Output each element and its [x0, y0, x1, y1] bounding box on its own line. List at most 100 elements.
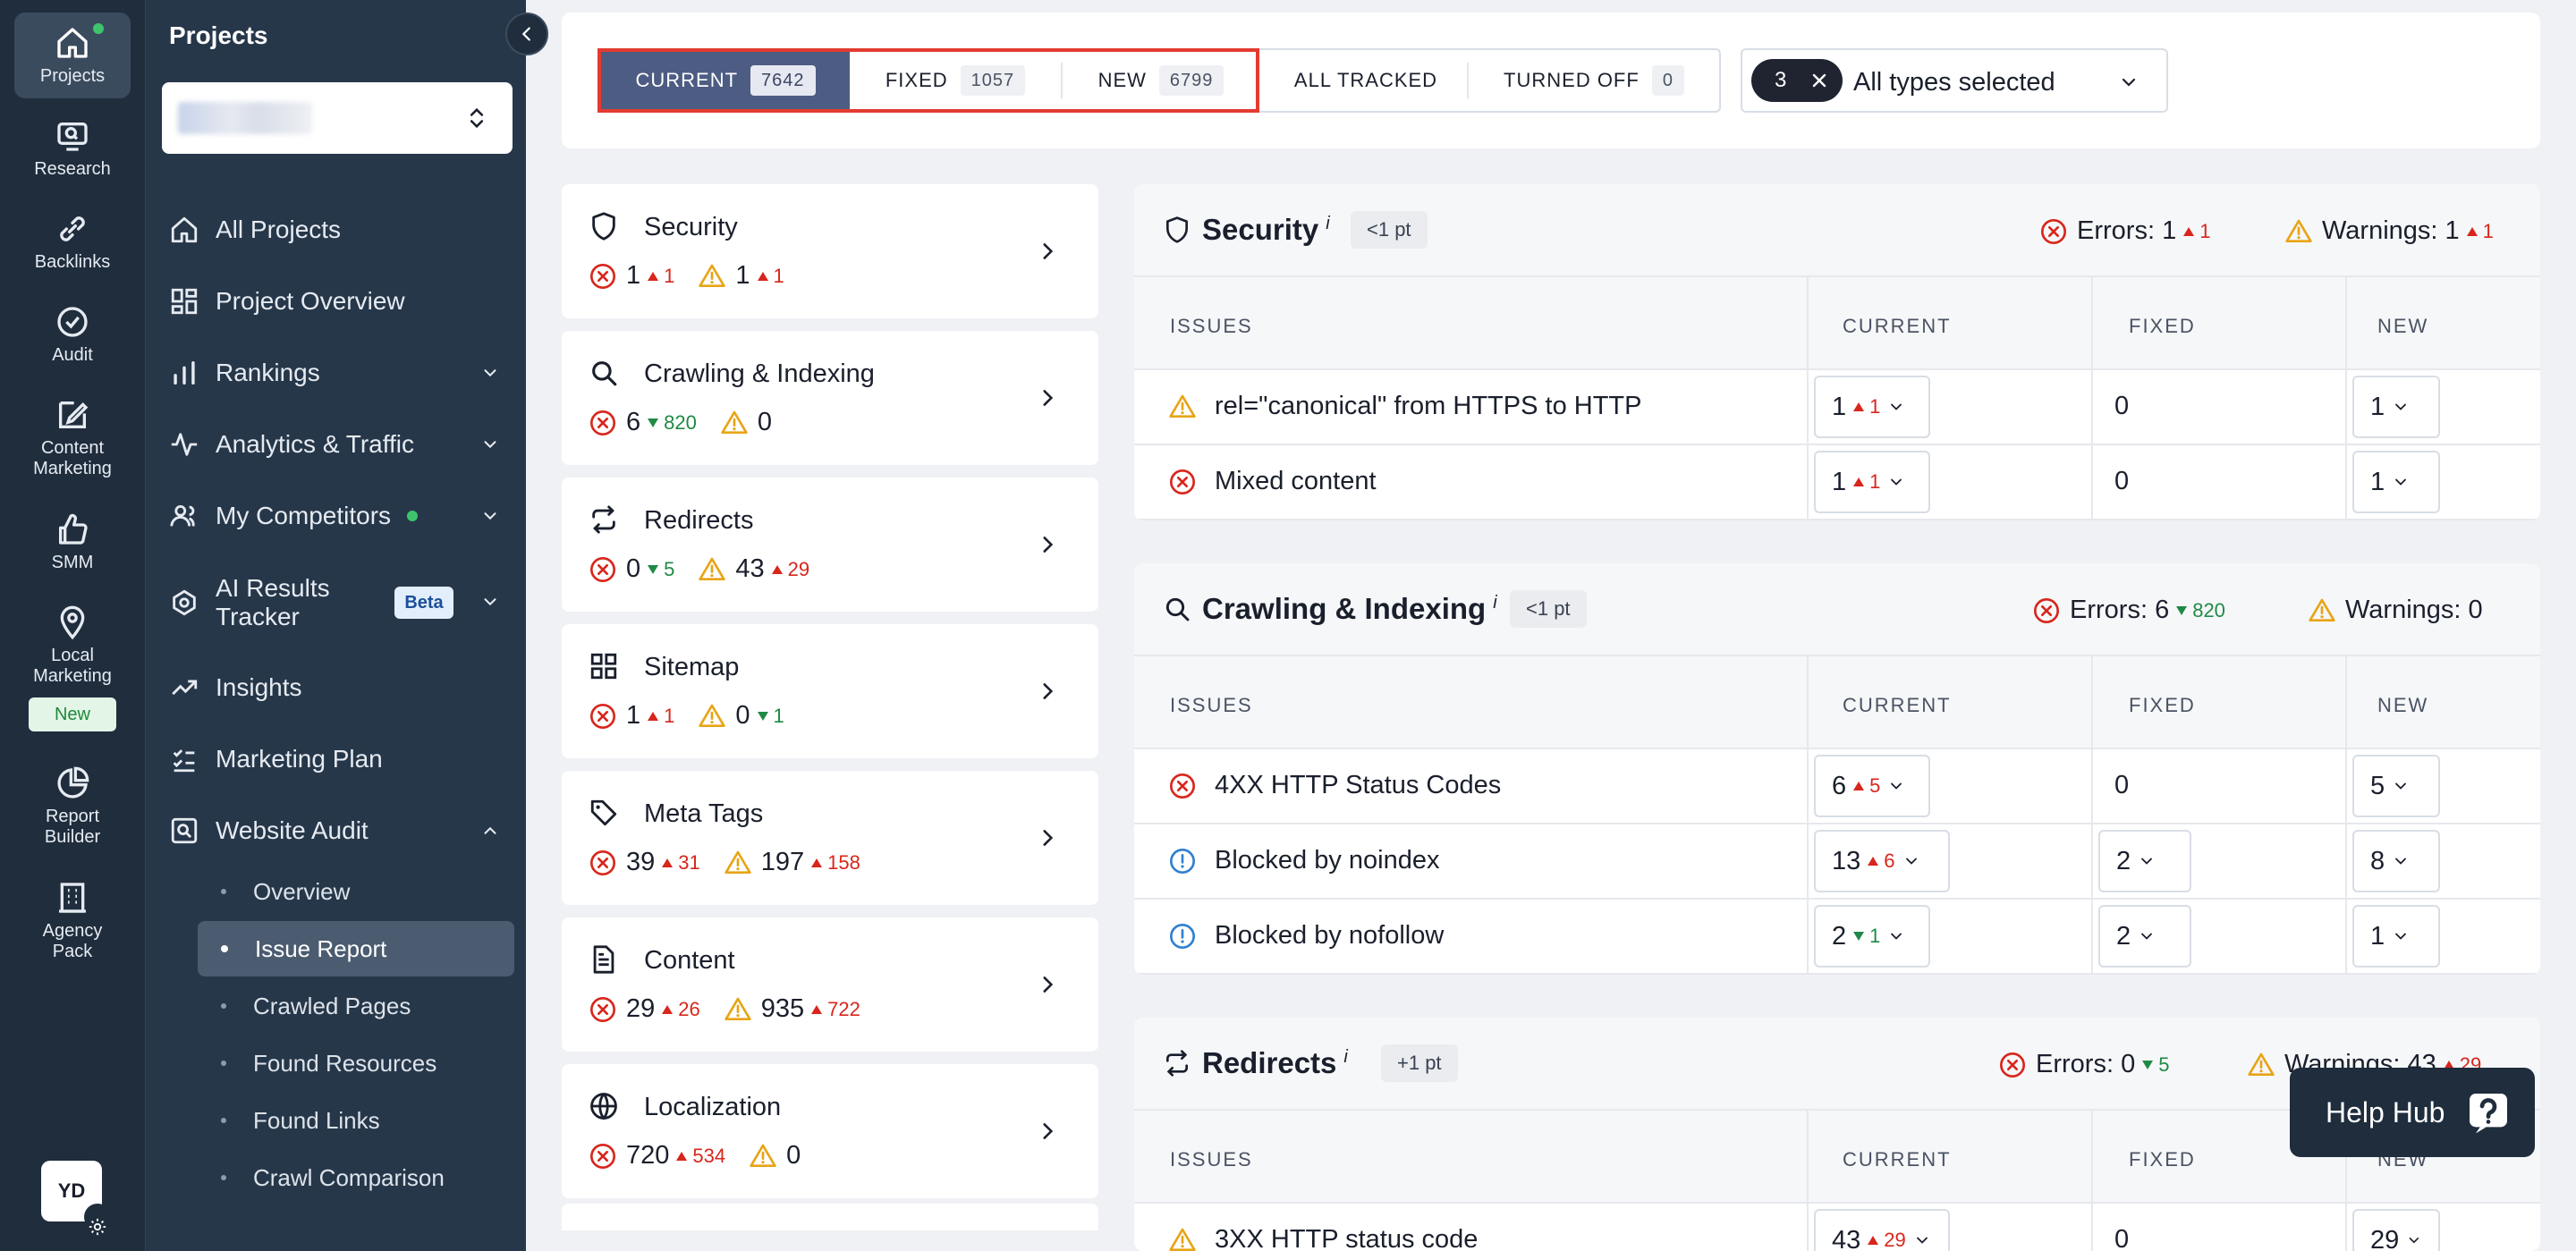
- chevron-down-icon: [1887, 927, 1905, 945]
- sub-nav-found-resources[interactable]: Found Resources: [198, 1035, 514, 1091]
- current-count-dropdown[interactable]: 43 29: [1814, 1209, 1950, 1251]
- globe-icon: [589, 1091, 619, 1121]
- rail-item-research[interactable]: Research: [14, 118, 131, 180]
- chevron-right-icon: [1036, 1120, 1059, 1143]
- rail-item-smm[interactable]: SMM: [14, 511, 131, 573]
- sub-nav-label: Crawl Comparison: [253, 1163, 445, 1191]
- nav-insights[interactable]: Insights: [169, 665, 509, 710]
- issue-cell[interactable]: rel="canonical" from HTTPS to HTTP: [1168, 392, 1641, 421]
- nav-marketing-plan[interactable]: Marketing Plan: [169, 737, 509, 782]
- issue-row[interactable]: Mixed content 1 1 0 1: [1134, 445, 2540, 520]
- sub-nav-overview[interactable]: Overview: [198, 864, 514, 919]
- category-card[interactable]: Meta Tags 39 31 197 158: [562, 771, 1098, 905]
- new-count-dropdown[interactable]: 5: [2352, 755, 2440, 817]
- fixed-count: 0: [2114, 467, 2130, 495]
- info-icon[interactable]: i: [1343, 1047, 1347, 1068]
- sub-nav-crawled-pages[interactable]: Crawled Pages: [198, 978, 514, 1034]
- nav-website-audit[interactable]: Website Audit: [169, 808, 509, 853]
- delta-value: 1: [2482, 219, 2494, 242]
- issue-cell[interactable]: Blocked by noindex: [1168, 846, 1440, 875]
- nav-project-overview[interactable]: Project Overview: [169, 279, 509, 324]
- issue-cell[interactable]: Blocked by nofollow: [1168, 921, 1444, 951]
- tab-all-tracked[interactable]: ALL TRACKED: [1265, 50, 1467, 111]
- building-icon: [55, 880, 90, 916]
- rail-item-audit[interactable]: Audit: [14, 304, 131, 366]
- settings-gear-icon[interactable]: [84, 1204, 111, 1230]
- category-card[interactable]: Localization 720 534 0: [562, 1064, 1098, 1198]
- new-count-dropdown[interactable]: 29: [2352, 1209, 2440, 1251]
- fixed-count-dropdown[interactable]: 2: [2098, 830, 2191, 892]
- nav-analytics-traffic[interactable]: Analytics & Traffic: [169, 422, 509, 467]
- issue-cell[interactable]: 3XX HTTP status code: [1168, 1225, 1478, 1251]
- nav-my-competitors[interactable]: My Competitors: [169, 494, 509, 538]
- category-card[interactable]: Sitemap 1 1 0 1: [562, 624, 1098, 758]
- chevron-down-icon: [1902, 852, 1920, 870]
- rail-item-local-marketing[interactable]: Local Marketing: [14, 604, 131, 687]
- warnings-label: Warnings:: [2322, 216, 2438, 245]
- category-card[interactable]: Crawling & Indexing 6 820 0: [562, 331, 1098, 465]
- rail-item-content-marketing[interactable]: Content Marketing: [14, 397, 131, 479]
- current-count-dropdown[interactable]: 11: [1814, 451, 1930, 513]
- tab-turned-off[interactable]: TURNED OFF 0: [1469, 50, 1719, 111]
- rail-item-projects[interactable]: Projects: [14, 13, 131, 98]
- nav-all-projects[interactable]: All Projects: [169, 207, 509, 252]
- delta-value: 158: [827, 850, 860, 874]
- issue-row[interactable]: 3XX HTTP status code 43 29 0 29: [1134, 1204, 2540, 1251]
- category-stats: 720 534 0: [589, 1141, 801, 1171]
- rail-item-report-builder[interactable]: Report Builder: [14, 765, 131, 848]
- issue-cell[interactable]: 4XX HTTP Status Codes: [1168, 771, 1501, 800]
- delta-value: 1: [1869, 395, 1881, 418]
- issue-row[interactable]: 4XX HTTP Status Codes 6 5 0 5: [1134, 749, 2540, 824]
- delta-value: 1: [664, 704, 675, 727]
- issue-row[interactable]: rel="canonical" from HTTPS to HTTP 1 1 0 1: [1134, 370, 2540, 445]
- category-card[interactable]: Security 1 1 1 1: [562, 184, 1098, 318]
- rail-item-backlinks[interactable]: Backlinks: [14, 211, 131, 273]
- errors-count: 0: [2121, 1050, 2136, 1078]
- category-card[interactable]: Content 29 26 935 722: [562, 917, 1098, 1052]
- warnings-count: 1: [2445, 216, 2460, 245]
- info-icon[interactable]: i: [1493, 593, 1496, 613]
- highlight-annotation-box: [597, 48, 1259, 113]
- selected-types-chip[interactable]: 3: [1751, 59, 1843, 102]
- new-count-dropdown[interactable]: 1: [2352, 451, 2440, 513]
- fixed-count: 0: [2114, 771, 2130, 799]
- fixed-count-dropdown[interactable]: 2: [2098, 905, 2191, 968]
- project-selector[interactable]: [162, 82, 513, 154]
- issue-row[interactable]: Blocked by nofollow 2 1 2 1: [1134, 900, 2540, 975]
- current-count-dropdown[interactable]: 11: [1814, 376, 1930, 438]
- issue-cell[interactable]: Mixed content: [1168, 467, 1377, 496]
- current-count-dropdown[interactable]: 65: [1814, 755, 1930, 817]
- sub-nav-found-links[interactable]: Found Links: [198, 1093, 514, 1148]
- rail-label: Local Marketing: [33, 646, 112, 686]
- new-count-dropdown[interactable]: 1: [2352, 376, 2440, 438]
- rail-label: Backlinks: [34, 252, 111, 272]
- warning-count: 43: [735, 554, 765, 583]
- rail-item-agency-pack[interactable]: Agency Pack: [14, 880, 131, 962]
- user-avatar[interactable]: YD: [41, 1161, 111, 1221]
- current-count-dropdown[interactable]: 21: [1814, 905, 1930, 968]
- new-count-dropdown[interactable]: 1: [2352, 905, 2440, 968]
- clear-x-icon[interactable]: [1809, 70, 1830, 91]
- sub-nav-issue-report[interactable]: Issue Report: [198, 921, 514, 976]
- info-icon[interactable]: i: [1326, 214, 1329, 234]
- category-card[interactable]: Redirects 0 5 43 29: [562, 478, 1098, 612]
- collapse-sidebar-button[interactable]: [505, 13, 548, 55]
- help-hub-button[interactable]: Help Hub: [2290, 1068, 2535, 1157]
- points-badge: <1 pt: [1351, 211, 1428, 249]
- current-count-dropdown[interactable]: 13 6: [1814, 830, 1950, 892]
- sub-nav-crawl-comparison[interactable]: Crawl Comparison: [198, 1150, 514, 1205]
- category-name: Meta Tags: [644, 799, 764, 828]
- delta-value: 5: [664, 557, 675, 580]
- issue-type-filter[interactable]: 3 All types selected: [1741, 48, 2168, 113]
- nav-ai-results-tracker[interactable]: AI Results Tracker Beta: [169, 572, 509, 633]
- issue-row[interactable]: Blocked by noindex 13 6 2 8: [1134, 824, 2540, 900]
- edit-icon: [55, 397, 90, 433]
- issue-name: Blocked by nofollow: [1215, 921, 1445, 950]
- chevron-down-icon: [2138, 852, 2156, 870]
- monitor-search-icon: [55, 118, 90, 154]
- tag-icon: [589, 798, 619, 828]
- delta-value: 722: [827, 997, 860, 1020]
- new-count-dropdown[interactable]: 8: [2352, 830, 2440, 892]
- nav-rankings[interactable]: Rankings: [169, 351, 509, 395]
- chevron-down-icon: [480, 363, 500, 383]
